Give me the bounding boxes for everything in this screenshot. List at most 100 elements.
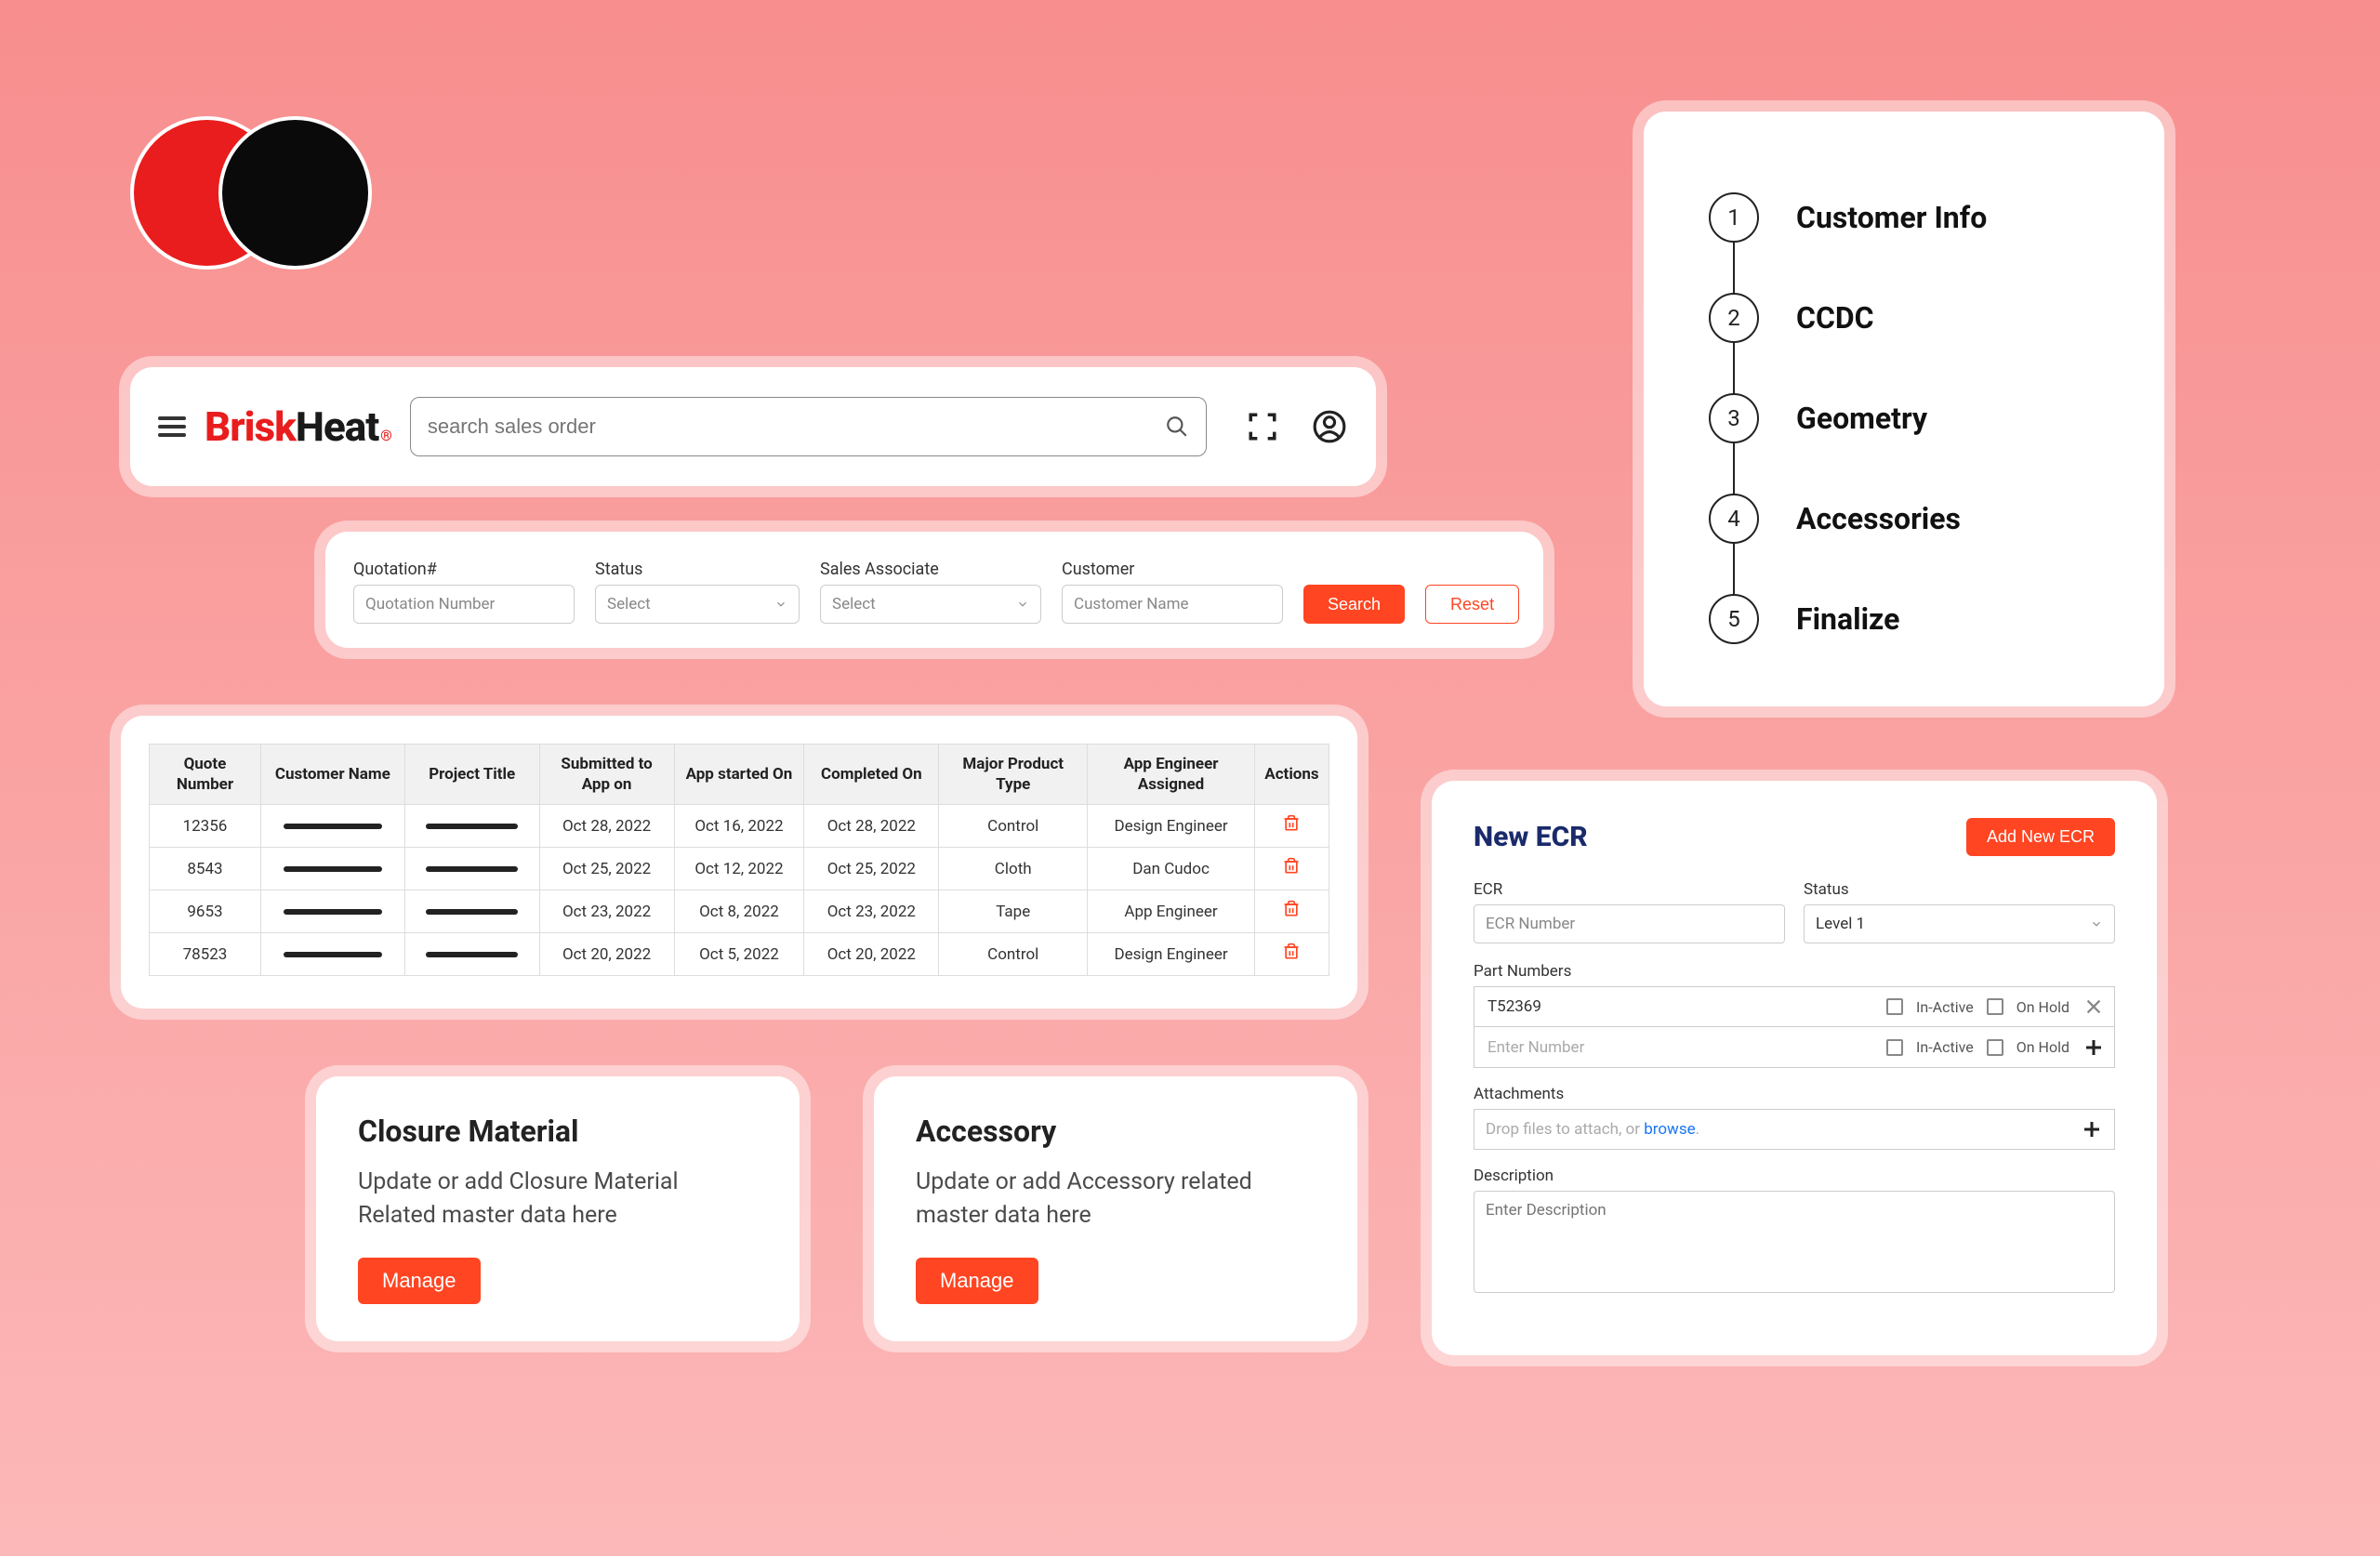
brand-registered: ® (380, 427, 391, 444)
step-number: 4 (1709, 494, 1759, 544)
step-label: Geometry (1796, 401, 1927, 436)
account-icon[interactable] (1311, 408, 1348, 445)
cell-engineer: Design Engineer (1088, 805, 1255, 848)
ecr-row-1: ECR ECR Number Status Level 1 (1474, 880, 2115, 943)
cell-engineer: Dan Cudoc (1088, 848, 1255, 890)
filter-sales-associate: Sales Associate Select (820, 560, 1041, 624)
accessory-card-title: Accessory (916, 1114, 1316, 1149)
th-completed: Completed On (804, 745, 939, 805)
ecr-status-col: Status Level 1 (1804, 880, 2115, 943)
cell-app-started: Oct 16, 2022 (674, 805, 804, 848)
accessory-card-text: Update or add Accessory related master d… (916, 1166, 1316, 1241)
description-label: Description (1474, 1167, 2115, 1185)
th-app-started: App started On (674, 745, 804, 805)
ecr-status-select[interactable]: Level 1 (1804, 904, 2115, 943)
onhold-checkbox[interactable] (1987, 998, 2003, 1015)
cell-app-started: Oct 12, 2022 (674, 848, 804, 890)
cell-submitted: Oct 20, 2022 (539, 933, 674, 976)
add-attachment-icon[interactable] (2081, 1118, 2103, 1141)
cell-actions (1254, 805, 1329, 848)
onhold-label: On Hold (2016, 998, 2069, 1016)
step-number: 1 (1709, 192, 1759, 243)
step-5[interactable]: 5 Finalize (1709, 569, 2109, 669)
cell-submitted: Oct 28, 2022 (539, 805, 674, 848)
add-part-icon[interactable] (2082, 1036, 2105, 1059)
inactive-checkbox[interactable] (1886, 998, 1903, 1015)
cell-project-title (404, 933, 539, 976)
cell-product-type: Tape (939, 890, 1088, 933)
filter-quotation-input[interactable]: Quotation Number (353, 585, 575, 624)
part-number-placeholder[interactable]: Enter Number (1484, 1038, 1873, 1057)
cell-project-title (404, 848, 539, 890)
fullscreen-icon[interactable] (1244, 408, 1281, 445)
cell-actions (1254, 848, 1329, 890)
filter-sales-associate-select[interactable]: Select (820, 585, 1041, 624)
appbar-icons (1244, 408, 1348, 445)
reset-button[interactable]: Reset (1425, 585, 1519, 624)
part-number-value[interactable]: T52369 (1484, 997, 1873, 1016)
th-customer-name: Customer Name (260, 745, 404, 805)
delete-icon[interactable] (1282, 819, 1301, 837)
step-label: Finalize (1796, 601, 1899, 637)
cell-customer-name (260, 805, 404, 848)
search-box[interactable] (410, 397, 1207, 456)
onhold-label: On Hold (2016, 1038, 2069, 1056)
cell-submitted: Oct 25, 2022 (539, 848, 674, 890)
logo-black-circle (218, 116, 372, 270)
ecr-number-input[interactable]: ECR Number (1474, 904, 1785, 943)
browse-link[interactable]: browse (1644, 1120, 1695, 1139)
filter-status-label: Status (595, 560, 800, 579)
menu-icon[interactable] (158, 416, 186, 437)
step-number: 3 (1709, 393, 1759, 443)
step-4[interactable]: 4 Accessories (1709, 468, 2109, 569)
part-number-row-1: T52369 In-Active On Hold (1474, 986, 2115, 1027)
closure-manage-button[interactable]: Manage (358, 1258, 481, 1304)
cell-actions (1254, 890, 1329, 933)
cell-product-type: Control (939, 805, 1088, 848)
ecr-number-label: ECR (1474, 880, 1785, 899)
th-actions: Actions (1254, 745, 1329, 805)
ecr-title: New ECR (1474, 821, 1588, 853)
cell-app-started: Oct 5, 2022 (674, 933, 804, 976)
attachments-dropzone[interactable]: Drop files to attach, or browse. (1474, 1109, 2115, 1150)
search-button[interactable]: Search (1303, 585, 1405, 624)
attachments-placeholder: Drop files to attach, or browse. (1486, 1120, 1699, 1139)
cell-product-type: Control (939, 933, 1088, 976)
inactive-label: In-Active (1916, 1038, 1974, 1056)
filter-sales-associate-label: Sales Associate (820, 560, 1041, 579)
cell-completed: Oct 25, 2022 (804, 848, 939, 890)
inactive-label: In-Active (1916, 998, 1974, 1016)
search-icon[interactable] (1165, 415, 1189, 439)
filter-customer-label: Customer (1062, 560, 1283, 579)
cell-completed: Oct 23, 2022 (804, 890, 939, 933)
th-quote-number: Quote Number (150, 745, 261, 805)
inactive-checkbox[interactable] (1886, 1039, 1903, 1056)
new-ecr-panel: New ECR Add New ECR ECR ECR Number Statu… (1432, 781, 2157, 1355)
part-numbers-label: Part Numbers (1474, 962, 2115, 981)
filter-status-select[interactable]: Select (595, 585, 800, 624)
step-label: CCDC (1796, 300, 1874, 336)
step-1[interactable]: 1 Customer Info (1709, 167, 2109, 268)
step-2[interactable]: 2 CCDC (1709, 268, 2109, 368)
add-new-ecr-button[interactable]: Add New ECR (1966, 818, 2115, 856)
filter-customer-input[interactable]: Customer Name (1062, 585, 1283, 624)
delete-icon[interactable] (1282, 862, 1301, 880)
part-number-row-2: Enter Number In-Active On Hold (1474, 1027, 2115, 1068)
step-label: Accessories (1796, 501, 1961, 536)
cell-customer-name (260, 848, 404, 890)
cell-engineer: App Engineer (1088, 890, 1255, 933)
search-input[interactable] (428, 415, 1156, 439)
step-number: 2 (1709, 293, 1759, 343)
accessory-manage-button[interactable]: Manage (916, 1258, 1038, 1304)
chevron-down-icon (774, 598, 787, 611)
th-product-type: Major Product Type (939, 745, 1088, 805)
description-input[interactable] (1474, 1191, 2115, 1293)
step-3[interactable]: 3 Geometry (1709, 368, 2109, 468)
step-list: 1 Customer Info 2 CCDC 3 Geometry 4 Acce… (1709, 167, 2109, 669)
onhold-checkbox[interactable] (1987, 1039, 2003, 1056)
delete-icon[interactable] (1282, 947, 1301, 966)
cell-quote-number: 9653 (150, 890, 261, 933)
ecr-status-label: Status (1804, 880, 2115, 899)
delete-icon[interactable] (1282, 904, 1301, 923)
remove-part-icon[interactable] (2082, 996, 2105, 1018)
